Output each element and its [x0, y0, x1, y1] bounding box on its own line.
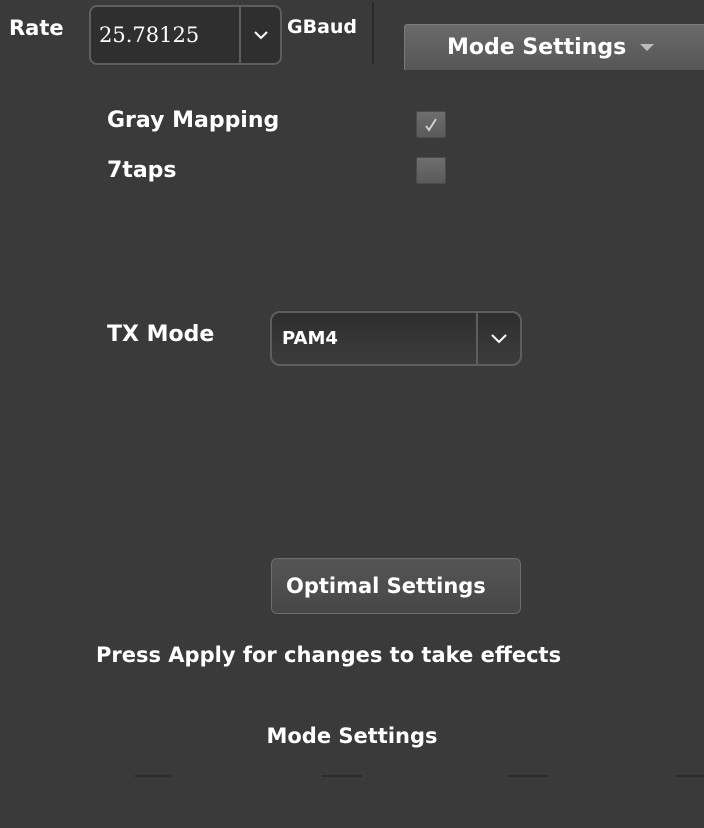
tx-mode-dropdown[interactable]: PAM4	[270, 311, 522, 366]
divider	[372, 2, 374, 64]
tx-mode-dropdown-button[interactable]	[476, 313, 520, 364]
footer-divider	[508, 775, 548, 777]
7taps-label: 7taps	[107, 158, 177, 183]
tab-mode-settings[interactable]: Mode Settings	[404, 24, 704, 70]
apply-message: Press Apply for changes to take effects	[96, 643, 562, 667]
tx-mode-label: TX Mode	[107, 322, 215, 347]
rate-label: Rate	[9, 16, 64, 40]
7taps-checkbox[interactable]	[416, 157, 446, 184]
top-bar: Rate 25.78125 GBaud Mode Settings	[0, 0, 704, 70]
rate-dropdown-button[interactable]	[239, 7, 280, 63]
gray-mapping-checkbox[interactable]	[416, 111, 446, 138]
footer-divider	[676, 775, 704, 777]
tab-mode-settings-label: Mode Settings	[447, 35, 627, 60]
optimal-settings-button[interactable]: Optimal Settings	[271, 558, 521, 614]
chevron-down-icon	[491, 333, 507, 343]
footer-title: Mode Settings	[266, 724, 438, 748]
checkmark-icon	[425, 117, 437, 132]
rate-value[interactable]: 25.78125	[91, 7, 239, 63]
gray-mapping-label: Gray Mapping	[107, 108, 280, 133]
rate-dropdown[interactable]: 25.78125	[89, 5, 282, 65]
tx-mode-value[interactable]: PAM4	[272, 313, 476, 364]
triangle-down-icon	[640, 44, 655, 51]
footer-divider	[135, 775, 171, 777]
chevron-down-icon	[253, 31, 268, 40]
footer-divider	[322, 775, 362, 777]
rate-unit: GBaud	[287, 16, 358, 38]
